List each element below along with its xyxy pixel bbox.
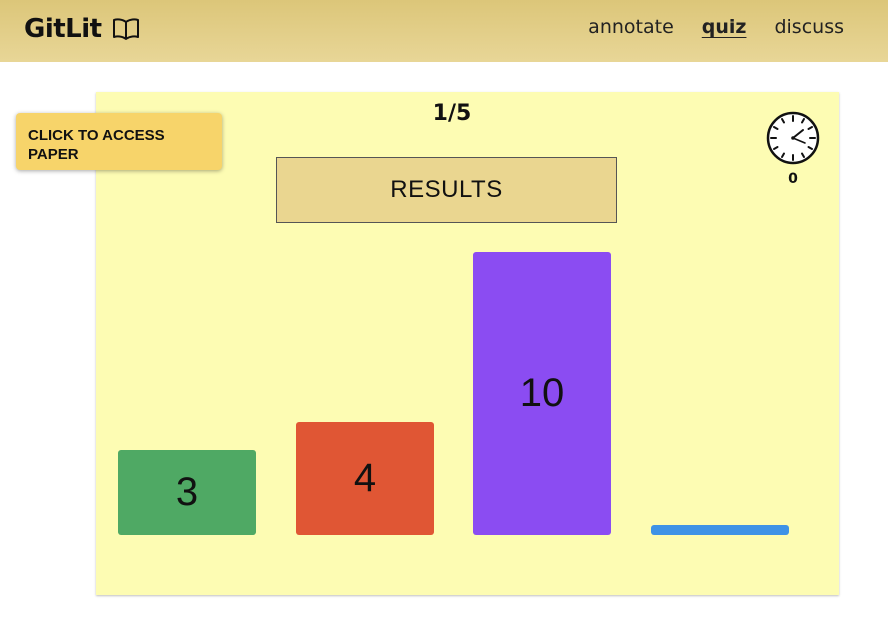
top-navigation-bar: GitLit annotate quiz discuss [0,0,888,62]
access-paper-button[interactable]: CLICK TO ACCESS PAPER [16,113,222,170]
clock-icon [765,110,821,171]
bar-value-label: 10 [519,371,565,415]
main-nav: annotate quiz discuss [588,16,844,38]
brand-name: GitLit [24,14,102,44]
results-label: RESULTS [390,176,503,203]
result-bar: 10 [473,252,611,535]
nav-quiz[interactable]: quiz [702,16,747,38]
bar-value-label: 3 [175,470,199,514]
results-heading: RESULTS [276,157,617,223]
nav-annotate[interactable]: annotate [588,16,674,38]
bar-value-label: 4 [353,456,377,500]
result-bar: 3 [118,450,256,535]
result-bar [651,525,789,535]
nav-discuss[interactable]: discuss [774,16,844,38]
open-book-icon [112,17,140,41]
brand[interactable]: GitLit [24,12,140,46]
timer-value: 0 [788,171,798,187]
question-counter: 1/5 [432,101,472,126]
result-bar: 4 [296,422,434,535]
